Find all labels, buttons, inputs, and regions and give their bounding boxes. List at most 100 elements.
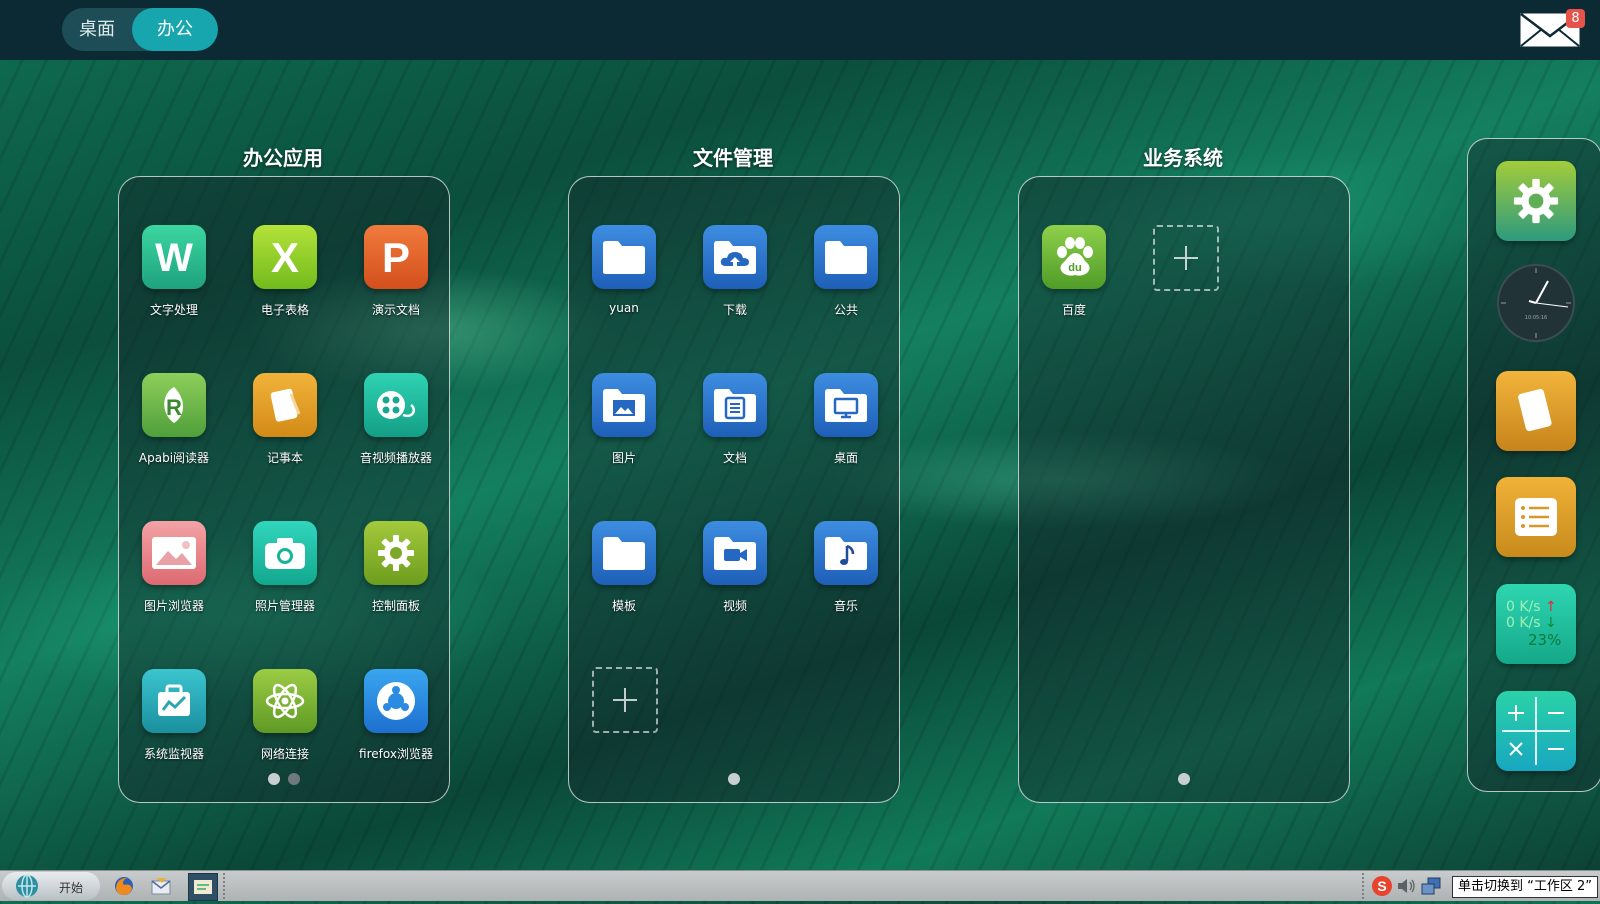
mail-count-badge: 8 <box>1566 9 1585 28</box>
note-widget[interactable] <box>1496 371 1576 451</box>
cpu-usage: 23% <box>1528 631 1562 649</box>
app-label: 系统监视器 <box>143 747 204 761</box>
arrow-down-icon: ↓ <box>1545 615 1557 631</box>
tray-separator <box>1362 873 1368 899</box>
picture-folder-icon <box>592 373 656 437</box>
app-label: 桌面 <box>833 451 858 465</box>
app-photo-manager[interactable]: 照片管理器 <box>235 521 335 614</box>
page-indicator <box>1019 770 1349 789</box>
app-label: 视频 <box>722 599 747 613</box>
add-item-button[interactable] <box>592 667 658 733</box>
app-spreadsheet[interactable]: X 电子表格 <box>235 225 335 318</box>
globe-icon <box>16 874 38 898</box>
app-label: 百度 <box>1061 303 1086 317</box>
app-label: 记事本 <box>266 451 303 465</box>
music-folder-icon <box>814 521 878 585</box>
settings-widget[interactable] <box>1496 161 1576 241</box>
page-indicator <box>119 770 449 789</box>
app-label: 照片管理器 <box>254 599 315 613</box>
app-firefox[interactable]: firefox浏览器 <box>346 669 446 762</box>
app-label: 文字处理 <box>149 303 198 317</box>
page-indicator <box>569 770 899 789</box>
document-folder-icon <box>703 373 767 437</box>
app-media-player[interactable]: 音视频播放器 <box>346 373 446 466</box>
folder-music[interactable]: 音乐 <box>796 521 896 614</box>
app-label: 图片浏览器 <box>143 599 204 613</box>
page-dot[interactable] <box>288 773 300 785</box>
folder-yuan[interactable]: yuan <box>574 225 674 315</box>
camera-icon <box>253 521 317 585</box>
top-bar: 桌面 办公 8 <box>0 0 1600 60</box>
app-label: 电子表格 <box>260 303 309 317</box>
upload-speed-value: 0 K/s <box>1506 599 1541 615</box>
folder-templates[interactable]: 模板 <box>574 521 674 614</box>
page-dot-active[interactable] <box>268 773 280 785</box>
folder-desktop[interactable]: 桌面 <box>796 373 896 466</box>
tab-desktop[interactable]: 桌面 <box>62 8 132 51</box>
folder-public[interactable]: 公共 <box>796 225 896 318</box>
active-window-button[interactable] <box>188 873 218 901</box>
start-button[interactable]: 开始 <box>2 872 100 900</box>
presentation-icon: P <box>364 225 428 289</box>
add-item-button[interactable] <box>1153 225 1219 291</box>
page-dot-active[interactable] <box>728 773 740 785</box>
calculator-icon <box>1502 697 1570 765</box>
network-monitor-widget[interactable]: 0 K/s ↑ 0 K/s ↓ 23% <box>1496 584 1576 664</box>
download-speed-value: 0 K/s <box>1506 615 1541 631</box>
mail-client-icon[interactable] <box>150 875 172 897</box>
app-presentation[interactable]: P 演示文档 <box>346 225 446 318</box>
app-system-monitor[interactable]: 系统监视器 <box>124 669 224 762</box>
app-label: 文档 <box>722 451 747 465</box>
todo-widget[interactable] <box>1496 477 1576 557</box>
app-label: 网络连接 <box>260 747 309 761</box>
svg-text:X: X <box>271 237 299 277</box>
app-word[interactable]: W 文字处理 <box>124 225 224 318</box>
folder-pictures[interactable]: 图片 <box>574 373 674 466</box>
panel-title-file-manager: 文件管理 <box>693 146 773 170</box>
app-label: 图片 <box>611 451 636 465</box>
system-monitor-icon <box>142 669 206 733</box>
calculator-widget[interactable] <box>1496 691 1576 771</box>
cloud-download-folder-icon <box>703 225 767 289</box>
desktop-folder-icon <box>814 373 878 437</box>
apabi-reader-icon: R <box>142 373 206 437</box>
app-label: 演示文档 <box>371 303 420 317</box>
workspace-switch-button[interactable]: 单击切换到 “工作区 2” <box>1452 876 1598 898</box>
folder-downloads[interactable]: 下载 <box>685 225 785 318</box>
panel-file-manager: yuan 下载 公共 图片 文档 桌面 模板 视频 音乐 <box>568 176 900 803</box>
app-label: Apabi阅读器 <box>138 451 210 465</box>
network-tray-icon[interactable] <box>1420 875 1442 897</box>
app-label: yuan <box>609 301 639 315</box>
page-dot-active[interactable] <box>1178 773 1190 785</box>
app-apabi-reader[interactable]: R Apabi阅读器 <box>124 373 224 466</box>
list-icon <box>1515 498 1557 536</box>
app-image-viewer[interactable]: 图片浏览器 <box>124 521 224 614</box>
image-viewer-icon <box>142 521 206 585</box>
taskbar: 开始 S 单击切换到 “工作区 2” <box>0 870 1600 901</box>
tab-office[interactable]: 办公 <box>132 8 218 51</box>
baidu-paw-icon: du <box>1042 225 1106 289</box>
media-player-icon <box>364 373 428 437</box>
app-label: 控制面板 <box>371 599 420 613</box>
app-network[interactable]: 网络连接 <box>235 669 335 762</box>
app-label: firefox浏览器 <box>359 747 433 761</box>
panel-title-business-systems: 业务系统 <box>1143 146 1223 170</box>
svg-text:du: du <box>1068 262 1081 274</box>
folder-videos[interactable]: 视频 <box>685 521 785 614</box>
volume-icon[interactable] <box>1395 875 1417 897</box>
arrow-up-icon: ↑ <box>1545 599 1557 615</box>
app-control-panel[interactable]: 控制面板 <box>346 521 446 614</box>
clock-widget[interactable]: 10:05:16 <box>1496 263 1576 343</box>
download-speed: 0 K/s ↓ <box>1506 615 1557 631</box>
svg-text:S: S <box>1377 878 1386 894</box>
app-notepad[interactable]: 记事本 <box>235 373 335 466</box>
firefox-icon[interactable] <box>113 875 135 897</box>
app-baidu[interactable]: du 百度 <box>1024 225 1124 318</box>
folder-documents[interactable]: 文档 <box>685 373 785 466</box>
sogou-input-icon[interactable]: S <box>1371 875 1393 897</box>
folder-icon <box>592 521 656 585</box>
svg-text:P: P <box>382 237 410 277</box>
app-label: 音乐 <box>833 599 858 613</box>
svg-text:R: R <box>166 395 182 420</box>
svg-text:W: W <box>155 237 193 277</box>
